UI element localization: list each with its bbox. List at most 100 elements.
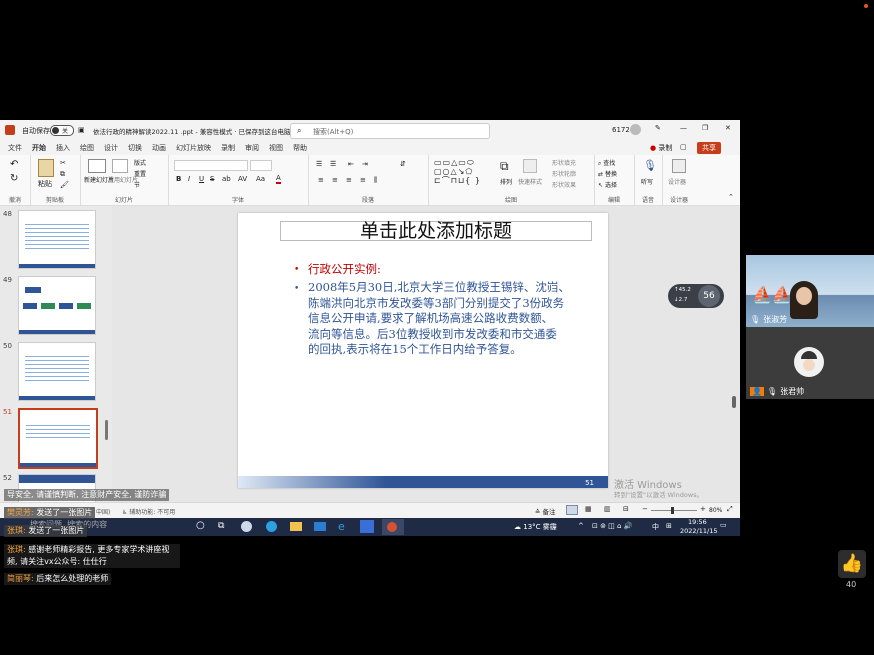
bold-button[interactable]: B [176,175,181,183]
shadow-button[interactable]: ab [222,175,231,183]
designer-icon[interactable] [672,159,686,173]
network-speed-widget[interactable]: ↑45.2 ↓2.7 56 [668,284,724,308]
underline-button[interactable]: U [199,175,204,183]
justify-icon[interactable]: ≡ [360,176,366,184]
font-family-select[interactable] [174,160,248,171]
paste-icon[interactable] [38,159,54,177]
font-size-select[interactable] [250,160,272,171]
menu-tab[interactable]: 幻灯片放映 [176,141,211,155]
slide-thumbnail[interactable] [18,342,96,401]
pen-icon[interactable]: ✎ [655,124,661,132]
menu-tab[interactable]: 帮助 [293,141,307,155]
numbering-icon[interactable]: ☰ [330,160,336,168]
current-slide[interactable]: 单击此处添加标题 • 行政公开实例: • 2008年5月30日,北京大学三位教授… [238,213,608,488]
collapse-ribbon-icon[interactable]: ⌃ [728,193,734,201]
powerpoint-taskbar-button[interactable] [382,519,404,535]
slide-thumbnail[interactable] [18,210,96,269]
share-button[interactable]: 共享 [697,142,721,154]
menu-tab[interactable]: 动画 [152,141,166,155]
notes-button[interactable]: ≙ 备注 [535,506,556,516]
replace-button[interactable]: ⇄ 替换 [598,169,617,178]
reset-button[interactable]: 重置 [134,169,146,178]
mail-icon[interactable] [314,522,326,531]
spacing-button[interactable]: AV [238,175,247,183]
undo-icon[interactable]: ↶ [10,159,18,170]
menu-tab[interactable]: 审阅 [245,141,259,155]
zoom-slider[interactable] [651,507,697,514]
close-icon[interactable]: ✕ [725,124,731,132]
reuse-slide-icon[interactable] [112,159,128,173]
clock-date[interactable]: 2022/11/15 [680,527,717,535]
menu-tab[interactable]: 录制 [221,141,235,155]
slide-thumbnail[interactable] [18,276,96,335]
font-color-button[interactable]: A [276,174,281,184]
normal-view-icon[interactable] [566,505,578,515]
cut-icon[interactable]: ✂ [60,159,66,167]
slideshow-icon[interactable]: ⊟ [623,505,629,513]
restore-icon[interactable]: ❐ [702,124,708,132]
slide-thumbnail-selected[interactable] [18,408,98,469]
designer-label[interactable]: 设计器 [668,177,686,186]
shape-outline-button[interactable]: 形状轮廓 [552,169,576,178]
align-center-icon[interactable]: ≡ [332,176,338,184]
edge-icon[interactable] [266,521,277,532]
participant-tile[interactable]: 👤 🎙 张君帅 [746,327,874,399]
like-button[interactable]: 👍 [838,550,866,578]
select-button[interactable]: ↖ 选择 [598,180,617,189]
accessibility-status[interactable]: ♿ 辅助功能: 不可用 [122,507,175,516]
text-direction-icon[interactable]: ⇵ [400,160,406,168]
comment-icon[interactable]: ▢ [680,143,687,151]
paste-label[interactable]: 粘贴 [38,179,52,189]
clock-time[interactable]: 19:56 [688,518,707,526]
menu-tab[interactable]: 视图 [269,141,283,155]
arrange-label[interactable]: 排列 [500,177,512,186]
start-icon[interactable]: ○ [196,520,205,531]
editor-scrollbar[interactable] [732,396,736,408]
shape-effect-button[interactable]: 形状效果 [552,180,576,189]
save-icon[interactable]: ▣ [78,126,85,134]
autosave-toggle[interactable]: 关 [50,125,74,136]
media-icon[interactable] [360,520,374,533]
align-left-icon[interactable]: ≡ [318,176,324,184]
zoom-level[interactable]: 80% [709,507,722,514]
find-button[interactable]: ⌕ 查找 [598,158,615,168]
search-box[interactable]: ⌕ 搜索(Alt+Q) [290,123,490,139]
change-case-button[interactable]: Aa [256,175,265,183]
microphone-icon[interactable]: 🎙 [643,159,657,172]
align-right-icon[interactable]: ≡ [346,176,352,184]
tray-icons[interactable]: ⊡ ⊚ ◫ ⌂ 🔊 [592,522,632,530]
tray-chevron-icon[interactable]: ^ [578,522,584,530]
format-painter-icon[interactable]: 🖌 [60,181,69,189]
quick-styles-icon[interactable] [523,159,537,173]
indent-icon[interactable]: ⇤ [348,160,354,168]
menu-tab[interactable]: 插入 [56,141,70,155]
slide-sorter-icon[interactable]: ▦ [585,505,592,513]
menu-tab[interactable]: 切换 [128,141,142,155]
notifications-icon[interactable]: ▭ [720,521,727,529]
menu-tab[interactable]: 绘图 [80,141,94,155]
minimize-icon[interactable]: — [680,124,687,132]
ie-icon[interactable]: e [338,520,345,533]
strikethrough-button[interactable]: S [210,175,214,183]
zoom-out-icon[interactable]: − [642,505,648,513]
copy-icon[interactable]: ⧉ [60,170,65,179]
app-icon[interactable] [241,521,252,532]
outdent-icon[interactable]: ⇥ [362,160,368,168]
thumbnail-scrollbar[interactable] [105,420,108,440]
file-explorer-icon[interactable] [290,522,302,531]
record-button[interactable]: ● 录制 [650,143,672,153]
fit-slide-icon[interactable]: ⤢ [727,505,733,514]
shapes-gallery-icon[interactable]: ▭▭△▭⬭ ▢○△↘⬠ ⊏⌒⊓⊔{ } [434,158,494,185]
zoom-in-icon[interactable]: + [700,505,706,513]
reading-view-icon[interactable]: ▥ [604,505,611,513]
italic-button[interactable]: I [188,175,190,183]
menu-tab[interactable]: 文件 [8,141,22,155]
bullets-icon[interactable]: ☰ [316,160,322,168]
task-view-icon[interactable]: ⧉ [218,521,224,531]
shape-fill-button[interactable]: 形状填充 [552,158,576,167]
dictate-label[interactable]: 听写 [641,177,653,186]
arrange-icon[interactable]: ⧉ [500,159,509,174]
redo-icon[interactable]: ↻ [10,173,18,184]
layout-button[interactable]: 版式 [134,158,146,167]
ime-indicator[interactable]: 中 [652,522,659,532]
